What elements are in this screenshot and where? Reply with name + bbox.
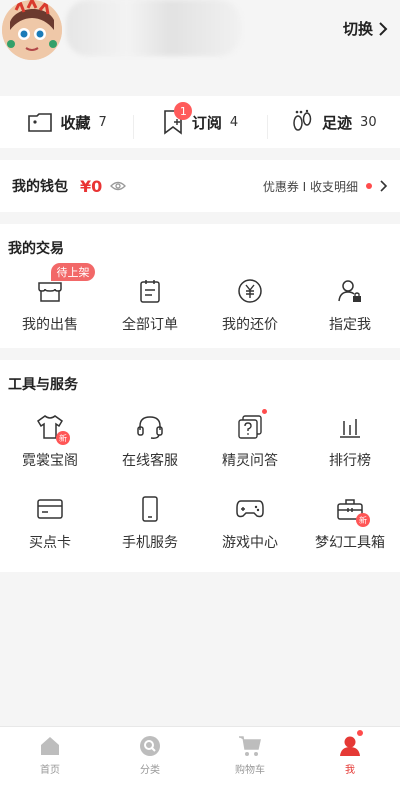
- tab-label: 我: [345, 765, 355, 776]
- tool-item-label: 手机服务: [122, 535, 178, 551]
- tools-grid: 新 霓裳宝阁 在线客服 精灵问答 排行榜 买点卡 手机服务 游戏中心 新 梦幻工…: [0, 400, 400, 564]
- order-list-icon: [140, 280, 160, 303]
- bottom-tab-bar: 首页 分类 购物车 我: [0, 726, 400, 792]
- phone-icon: [142, 496, 158, 522]
- trade-item-all-orders[interactable]: 全部订单: [100, 264, 200, 346]
- tool-item-label: 在线客服: [122, 453, 178, 469]
- folder-icon: [27, 113, 52, 132]
- tool-item-game-center[interactable]: 游戏中心: [200, 482, 300, 564]
- wallet-title: 我的钱包: [12, 179, 68, 195]
- tool-item-label: 买点卡: [29, 535, 71, 551]
- wallet-row[interactable]: 我的钱包 ¥0 优惠券 I 收支明细: [0, 160, 400, 212]
- footprints-count: 30: [360, 114, 377, 130]
- gamepad-icon: [236, 500, 264, 518]
- headset-icon: [137, 416, 163, 439]
- trade-item-counter-offer[interactable]: 我的还价: [200, 264, 300, 346]
- tool-item-label: 排行榜: [329, 453, 371, 469]
- tools-title: 工具与服务: [8, 377, 78, 393]
- tab-category[interactable]: 分类: [100, 727, 200, 792]
- trade-item-label: 我的出售: [22, 317, 78, 333]
- qa-notification-dot: [262, 409, 267, 414]
- user-icon: [340, 736, 360, 756]
- tool-item-qa[interactable]: 精灵问答: [200, 400, 300, 482]
- profile-header: 切换: [0, 0, 400, 86]
- tab-label: 分类: [140, 765, 160, 776]
- subscriptions-badge: 1: [174, 102, 193, 120]
- coupon-ledger-link[interactable]: 优惠券 I 收支明细: [263, 178, 358, 195]
- tab-me[interactable]: 我: [300, 727, 400, 792]
- tool-item-label: 游戏中心: [222, 535, 278, 551]
- me-notification-dot: [357, 730, 363, 736]
- switch-button[interactable]: 切换: [343, 18, 388, 39]
- new-badge: 新: [356, 513, 370, 527]
- tab-label: 首页: [40, 765, 60, 776]
- tab-cart[interactable]: 购物车: [200, 727, 300, 792]
- card-icon: [37, 499, 63, 519]
- trade-item-assigned[interactable]: 指定我: [300, 264, 400, 346]
- favorites-link[interactable]: 收藏 7: [0, 111, 133, 133]
- subscriptions-count: 4: [229, 114, 239, 130]
- trade-title: 我的交易: [8, 241, 64, 257]
- home-icon: [41, 737, 59, 755]
- tool-item-point-card[interactable]: 买点卡: [0, 482, 100, 564]
- wallet-amount: ¥0: [80, 176, 103, 196]
- tool-item-ranking[interactable]: 排行榜: [300, 400, 400, 482]
- tool-item-label: 精灵问答: [222, 453, 278, 469]
- tab-label: 购物车: [235, 765, 265, 776]
- quick-links-bar: 收藏 7 1 订阅 4 足迹 30: [0, 96, 400, 148]
- wallet-links[interactable]: 优惠券 I 收支明细: [263, 178, 388, 195]
- subscriptions-label: 订阅: [191, 113, 222, 132]
- trade-item-label: 指定我: [329, 317, 371, 333]
- favorites-count: 7: [98, 114, 107, 130]
- user-lock-icon: [338, 280, 361, 302]
- tool-item-support[interactable]: 在线客服: [100, 400, 200, 482]
- tool-item-label: 霓裳宝阁: [22, 453, 78, 469]
- trade-section: 我的交易 我的出售 全部订单 我的还价 指定我: [0, 224, 400, 348]
- switch-label: 切换: [342, 20, 373, 38]
- tool-item-label: 梦幻工具箱: [315, 535, 385, 551]
- tools-section: 工具与服务 新 霓裳宝阁 在线客服 精灵问答 排行榜 买点卡 手机服务 游戏中心: [0, 360, 400, 572]
- tool-item-toolbox[interactable]: 新 梦幻工具箱: [300, 482, 400, 564]
- tool-item-wardrobe[interactable]: 新 霓裳宝阁: [0, 400, 100, 482]
- search-icon: [140, 736, 160, 756]
- tab-home[interactable]: 首页: [0, 727, 100, 792]
- wallet-notification-dot: [366, 183, 372, 189]
- footprints-link[interactable]: 足迹 30: [266, 109, 400, 139]
- shop-icon: [38, 282, 62, 302]
- pending-listing-tag[interactable]: 待上架: [51, 263, 95, 281]
- bar-chart-icon: [340, 419, 360, 438]
- cart-icon: [239, 736, 261, 756]
- footprint-icon: [293, 109, 312, 131]
- chevron-right-icon: [380, 180, 388, 192]
- tool-item-mobile-service[interactable]: 手机服务: [100, 482, 200, 564]
- favorites-label: 收藏: [60, 113, 91, 132]
- footprints-label: 足迹: [322, 113, 353, 132]
- yen-coin-icon: [238, 279, 262, 303]
- new-badge: 新: [56, 431, 70, 445]
- eye-icon[interactable]: [110, 180, 127, 192]
- trade-item-label: 我的还价: [222, 317, 278, 333]
- avatar[interactable]: [2, 0, 62, 60]
- question-card-icon: [238, 415, 262, 439]
- trade-item-label: 全部订单: [122, 317, 178, 333]
- username-blurred: [66, 0, 241, 56]
- chevron-right-icon: [379, 21, 388, 36]
- subscriptions-link[interactable]: 1 订阅 4: [133, 102, 266, 139]
